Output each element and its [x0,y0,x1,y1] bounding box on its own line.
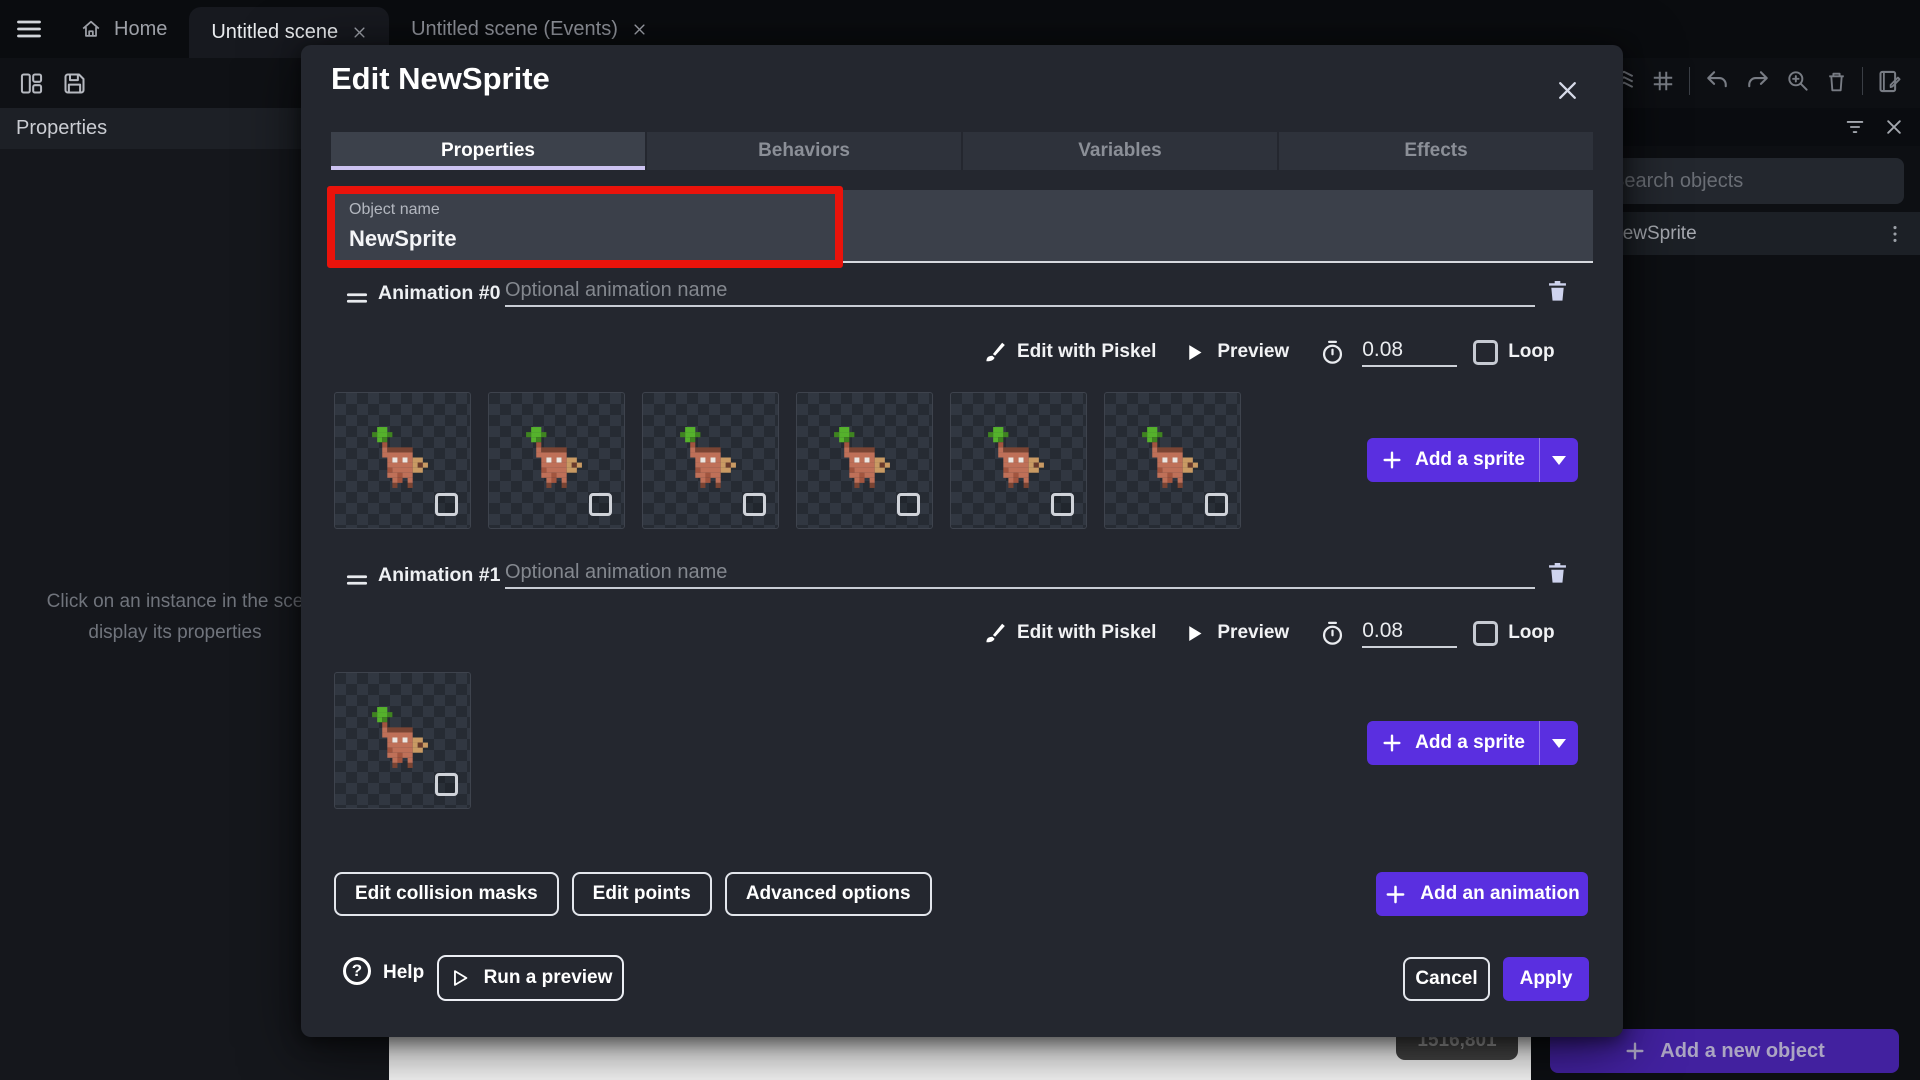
object-name-field-value: NewSprite [349,226,457,252]
sprite-frame[interactable] [488,392,625,529]
frame-checkbox[interactable] [435,493,458,516]
run-preview-button[interactable]: Run a preview [437,955,624,1001]
edit-with-piskel-button[interactable]: Edit with Piskel [1017,341,1156,363]
properties-empty-message: Click on an instance in the sce display … [10,586,340,648]
edit-collision-masks-button[interactable]: Edit collision masks [334,872,559,916]
play-icon [1184,623,1205,644]
loop-checkbox[interactable] [1473,621,1498,646]
frame-duration-input[interactable] [1362,619,1457,648]
dialog-tabs: Properties Behaviors Variables Effects [331,132,1593,170]
help-icon[interactable]: ? [343,957,371,985]
zoom-in-icon[interactable] [1785,68,1811,94]
preview-button[interactable]: Preview [1217,622,1289,644]
close-tab-icon[interactable] [632,22,647,37]
tab-variables[interactable]: Variables [961,132,1277,170]
dialog-title: Edit NewSprite [331,61,550,97]
tab-label: Untitled scene [211,21,338,44]
edit-points-button[interactable]: Edit points [572,872,712,916]
frame-checkbox[interactable] [743,493,766,516]
animation-frames [334,672,471,809]
sprite-frame[interactable] [642,392,779,529]
close-panel-icon[interactable] [1884,117,1904,137]
animation-title: Animation #0 [378,282,500,305]
apply-button[interactable]: Apply [1503,957,1589,1001]
undo-icon[interactable] [1703,67,1731,95]
grid-icon[interactable] [1650,68,1676,94]
object-name-field-label: Object name [349,201,440,219]
redo-icon[interactable] [1744,67,1772,95]
animation-controls: Edit with Piskel Preview Loop [981,613,1555,653]
search-objects-input[interactable] [1611,170,1881,193]
object-name-field[interactable]: Object name NewSprite [331,190,1593,263]
hamburger-menu-icon[interactable] [15,15,43,43]
add-sprite-dropdown[interactable] [1540,739,1578,748]
caret-down-icon [1552,739,1566,748]
add-sprite-button[interactable]: Add a sprite [1367,438,1578,482]
sprite-frame[interactable] [796,392,933,529]
toolbar-divider [1689,67,1690,95]
play-icon [1184,342,1205,363]
sprite-tools: Edit collision masks Edit points Advance… [334,872,932,916]
frame-checkbox[interactable] [589,493,612,516]
delete-animation-icon[interactable] [1544,277,1571,304]
edit-with-piskel-button[interactable]: Edit with Piskel [1017,622,1156,644]
add-sprite-button[interactable]: Add a sprite [1367,721,1578,765]
frame-duration-input[interactable] [1362,338,1457,367]
tab-label: Home [114,18,167,41]
drag-handle-icon[interactable] [344,567,370,593]
frame-checkbox[interactable] [897,493,920,516]
add-sprite-dropdown[interactable] [1540,456,1578,465]
drag-handle-icon[interactable] [344,285,370,311]
brush-icon [981,620,1007,646]
stopwatch-icon [1319,620,1346,647]
gdevelop-app: Home Untitled scene Untitled scene (Even… [0,0,1920,1080]
save-icon[interactable] [61,70,88,97]
loop-checkbox[interactable] [1473,340,1498,365]
home-icon [80,18,102,40]
animation-name-input[interactable] [505,557,1535,589]
caret-down-icon [1552,456,1566,465]
frame-checkbox[interactable] [1205,493,1228,516]
delete-icon[interactable] [1824,69,1849,94]
loop-label: Loop [1508,341,1554,363]
animation-name-input[interactable] [505,275,1535,307]
delete-animation-icon[interactable] [1544,559,1571,586]
loop-label: Loop [1508,622,1554,644]
play-outline-icon [449,967,471,989]
frame-checkbox[interactable] [435,773,458,796]
edit-sprite-dialog: Edit NewSprite Properties Behaviors Vari… [301,45,1623,1037]
scene-notes-icon[interactable] [1876,68,1903,95]
selected-tab-underline [331,166,645,170]
animation-title: Animation #1 [378,564,500,587]
preview-button[interactable]: Preview [1217,341,1289,363]
kebab-menu-icon[interactable] [1884,223,1906,245]
help-label[interactable]: Help [383,962,424,984]
tab-label: Untitled scene (Events) [411,18,618,41]
tab-behaviors[interactable]: Behaviors [645,132,961,170]
sprite-frame[interactable] [1104,392,1241,529]
advanced-options-button[interactable]: Advanced options [725,872,932,916]
add-animation-button[interactable]: Add an animation [1376,872,1588,916]
close-dialog-icon[interactable] [1555,78,1580,103]
stopwatch-icon [1319,339,1346,366]
layout-columns-icon[interactable] [18,70,45,97]
animation-frames [334,392,1241,529]
animation-controls: Edit with Piskel Preview Loop [981,332,1555,372]
sprite-frame[interactable] [334,392,471,529]
tab-home[interactable]: Home [58,0,189,58]
brush-icon [981,339,1007,365]
tab-effects[interactable]: Effects [1277,132,1593,170]
toolbar-divider [1862,67,1863,95]
cancel-button[interactable]: Cancel [1403,957,1490,1001]
sprite-frame[interactable] [334,672,471,809]
tab-properties[interactable]: Properties [331,132,645,170]
close-tab-icon[interactable] [352,25,367,40]
filter-icon[interactable] [1844,116,1866,138]
sprite-frame[interactable] [950,392,1087,529]
frame-checkbox[interactable] [1051,493,1074,516]
